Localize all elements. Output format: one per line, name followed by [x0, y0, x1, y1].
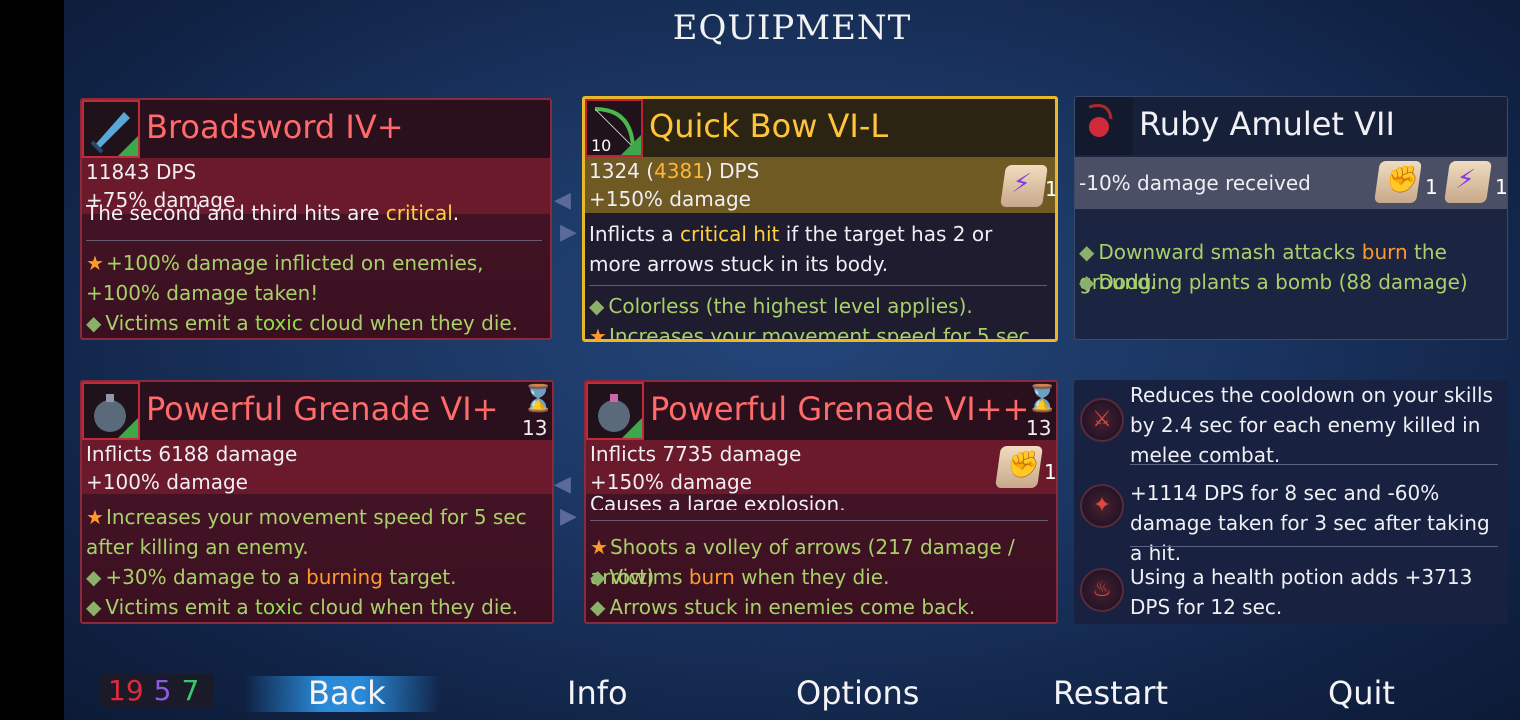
scroll-count: 1: [1045, 177, 1058, 201]
grenade-icon: [586, 382, 644, 440]
options-button[interactable]: Options: [796, 674, 919, 712]
grenade-icon: [82, 382, 140, 440]
affix-line: ◆ Victims emit a toxic cloud when they di…: [86, 311, 519, 335]
bullet-icon: ◆: [86, 595, 102, 619]
scroll-count: 1: [1495, 175, 1508, 199]
restart-button[interactable]: Restart: [1053, 674, 1168, 712]
star-icon: ★: [589, 324, 607, 341]
back-button[interactable]: Back: [308, 674, 386, 712]
star-icon: ★: [86, 251, 104, 275]
cooldown-value: 13: [1026, 416, 1052, 440]
bullet-icon: ◆: [1079, 270, 1095, 294]
broadsword-card[interactable]: Broadsword IV+ 11843 DPS +75% damage The…: [80, 98, 552, 340]
item-name: Powerful Grenade VI++: [650, 390, 1030, 428]
affix-line: ◆ Dodging plants a bomb (88 damage): [1079, 270, 1468, 294]
cooldown-hourglass-icon: ⌛: [522, 384, 554, 414]
clipped-description: Causes a large explosion.: [590, 494, 846, 510]
damage-stat: Inflicts 7735 damage: [590, 442, 802, 466]
info-button[interactable]: Info: [567, 674, 628, 712]
item-name: Powerful Grenade VI+: [146, 390, 499, 428]
affix-line: ◆ Victims emit a toxic cloud when they di…: [86, 595, 519, 619]
stat-counters: 19 5 7: [100, 674, 214, 708]
item-name: Quick Bow VI-L: [649, 107, 889, 145]
scroll-count: 1: [1425, 175, 1438, 199]
affix-line: ★ Increases your movement speed for 5 sec…: [86, 505, 527, 559]
bullet-icon: ◆: [589, 294, 605, 318]
damage-bonus-stat: +150% damage: [590, 470, 752, 494]
star-icon: ★: [590, 535, 608, 559]
clipped-affix: ★ Increases your movement speed for 5 sec…: [589, 321, 1047, 341]
affix-line: ◆ Arrows stuck in enemies come back.: [590, 595, 976, 619]
scroll-count: 1: [1044, 460, 1057, 484]
cooldown-value: 13: [522, 416, 548, 440]
swap-left-arrow-icon: ◀: [554, 188, 571, 213]
swap-left-arrow-icon: ◀: [554, 472, 571, 497]
curse-affix: ★ +100% damage inflicted on enemies, +100…: [86, 251, 484, 305]
mutations-panel: ⚔ Reduces the cooldown on your skills by…: [1074, 380, 1508, 624]
combo-icon: ✦: [1080, 484, 1124, 528]
quit-button[interactable]: Quit: [1328, 674, 1395, 712]
melee-sword-icon: ⚔: [1080, 398, 1124, 442]
damage-stat: +150% damage: [589, 187, 751, 211]
affix-line: ◆ +30% damage to a burning target.: [86, 565, 457, 589]
damage-bonus-stat: +100% damage: [86, 470, 248, 494]
bullet-icon: ◆: [86, 311, 102, 335]
equipment-screen: EQUIPMENT Broadsword IV+ 11843 DPS +75% …: [64, 0, 1520, 720]
bullet-icon: ◆: [86, 565, 102, 589]
screen-title: EQUIPMENT: [672, 8, 912, 48]
broadsword-icon: [82, 100, 140, 158]
dps-stat: 1324 (4381) DPS: [589, 159, 760, 183]
damage-stat: Inflicts 6188 damage: [86, 442, 298, 466]
amulet-icon: [1075, 97, 1133, 155]
potion-icon: ♨: [1080, 568, 1124, 612]
affix-line: ◆ Colorless (the highest level applies).: [589, 294, 973, 318]
item-name: Broadsword IV+: [146, 108, 404, 146]
grenade-card-1[interactable]: Powerful Grenade VI+ ⌛ 13 Inflicts 6188 …: [80, 380, 554, 624]
swap-right-arrow-icon: ▶: [560, 504, 577, 529]
description: Inflicts a critical hit if the target ha…: [589, 222, 993, 276]
star-icon: ★: [86, 505, 104, 529]
red-scroll-icon: ✊: [1374, 161, 1422, 203]
purple-scroll-icon: ⚡: [1000, 165, 1048, 207]
bullet-icon: ◆: [590, 565, 606, 589]
red-scroll-icon: ✊: [995, 446, 1043, 488]
purple-scroll-icon: ⚡: [1444, 161, 1492, 203]
amulet-card[interactable]: Ruby Amulet VII -10% damage received ✊ 1…: [1074, 96, 1508, 340]
defense-stat: -10% damage received: [1079, 171, 1311, 195]
bullet-icon: ◆: [1079, 240, 1095, 264]
survival-count: 7: [181, 674, 200, 707]
brutality-count: 19: [108, 674, 144, 707]
grenade-card-2[interactable]: Powerful Grenade VI++ ⌛ 13 Inflicts 7735…: [584, 380, 1058, 624]
clipped-description: The second and third hits are critical.: [86, 201, 460, 220]
cooldown-hourglass-icon: ⌛: [1026, 384, 1058, 414]
swap-right-arrow-icon: ▶: [560, 220, 577, 245]
bow-icon: 10: [585, 99, 643, 157]
bottom-menu: 19 5 7 Back Info Options Restart Quit: [64, 660, 1520, 720]
quickbow-card[interactable]: 10 Quick Bow VI-L 1324 (4381) DPS +150% …: [582, 96, 1058, 342]
bullet-icon: ◆: [590, 595, 606, 619]
item-level: 10: [591, 136, 612, 155]
item-name: Ruby Amulet VII: [1139, 105, 1395, 143]
affix-line: ◆ Victims burn when they die.: [590, 565, 890, 589]
tactics-count: 5: [153, 674, 172, 707]
dps-stat: 11843 DPS: [86, 160, 197, 184]
